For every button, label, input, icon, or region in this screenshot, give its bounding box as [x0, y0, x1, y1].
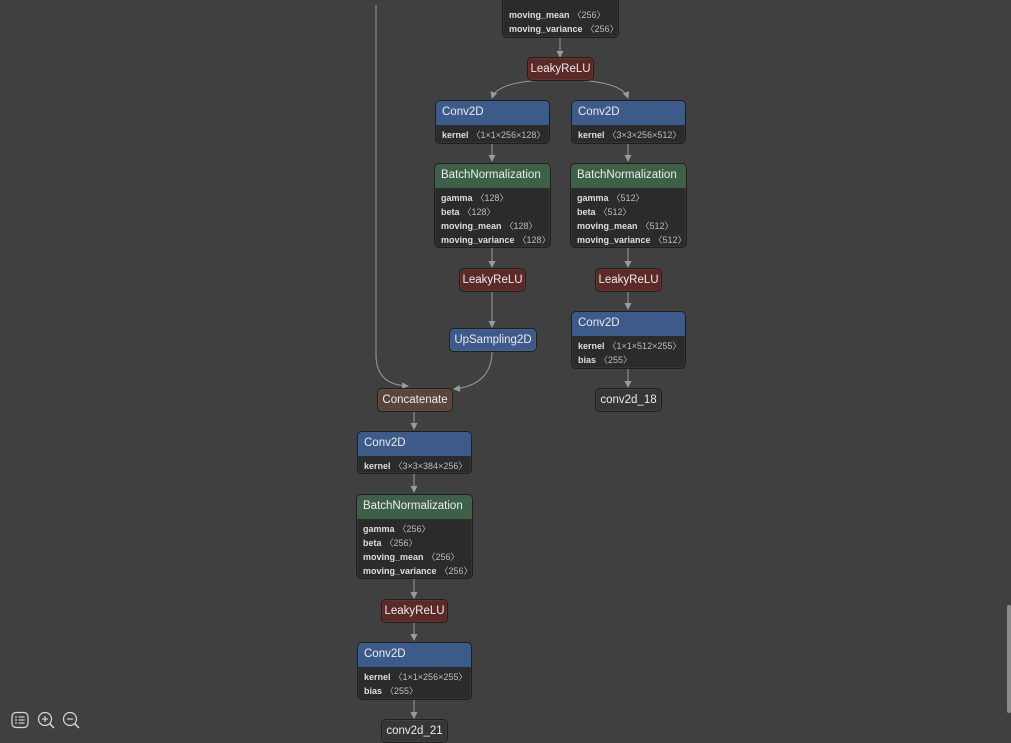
node-attribute: bias 〈255〉: [364, 686, 419, 696]
node-attribute: kernel 〈1×1×512×255〉: [578, 341, 682, 351]
edge-skip-to-concat: [375, 5, 409, 390]
zoom-in-icon[interactable]: [37, 711, 55, 729]
node-output-conv2d-21[interactable]: conv2d_21: [381, 719, 448, 743]
node-attribute: beta 〈128〉: [441, 207, 496, 217]
node-output-conv2d-18[interactable]: conv2d_18: [595, 388, 662, 412]
node-attribute: gamma 〈256〉: [363, 524, 431, 534]
edge-relu-to-conv-a: [490, 79, 546, 99]
node-attribute: gamma 〈128〉: [441, 193, 509, 203]
node-concatenate[interactable]: Concatenate: [377, 388, 453, 412]
node-batchnorm-top[interactable]: moving_mean 〈256〉 moving_variance 〈256〉: [502, 0, 619, 38]
node-attribute: moving_mean 〈256〉: [509, 10, 606, 20]
node-attribute: moving_mean 〈256〉: [363, 552, 460, 562]
node-attribute: beta 〈256〉: [363, 538, 418, 548]
node-attribute: kernel 〈3×3×384×256〉: [364, 461, 468, 471]
node-batchnorm-b[interactable]: BatchNormalization gamma 〈512〉 beta 〈512〉 …: [570, 163, 687, 248]
node-title: Conv2D: [358, 643, 471, 667]
node-leakyrelu-top[interactable]: LeakyReLU: [527, 57, 594, 81]
node-conv2d-c2[interactable]: Conv2D kernel 〈1×1×256×255〉 bias 〈255〉: [357, 642, 472, 700]
node-title: BatchNormalization: [571, 164, 686, 188]
node-conv2d-c[interactable]: Conv2D kernel 〈3×3×384×256〉: [357, 431, 472, 474]
node-attribute: kernel 〈1×1×256×128〉: [442, 130, 546, 140]
node-title: Conv2D: [572, 312, 685, 336]
edge-upsample-to-concat: [453, 350, 493, 392]
node-attribute: moving_mean 〈512〉: [577, 221, 674, 231]
node-title: BatchNormalization: [435, 164, 550, 188]
node-attribute: moving_variance 〈128〉: [441, 235, 551, 245]
node-attribute: gamma 〈512〉: [577, 193, 645, 203]
node-conv2d-b2[interactable]: Conv2D kernel 〈1×1×512×255〉 bias 〈255〉: [571, 311, 686, 369]
list-icon[interactable]: [11, 711, 29, 729]
node-conv2d-a[interactable]: Conv2D kernel 〈1×1×256×128〉: [435, 100, 550, 144]
node-attribute: moving_variance 〈256〉: [509, 24, 619, 34]
node-conv2d-b[interactable]: Conv2D kernel 〈3×3×256×512〉: [571, 100, 686, 144]
edge-relu-to-conv-b: [574, 79, 630, 99]
node-upsampling2d[interactable]: UpSampling2D: [449, 328, 537, 352]
node-leakyrelu-b[interactable]: LeakyReLU: [595, 268, 662, 292]
node-attribute: bias 〈255〉: [578, 355, 633, 365]
node-batchnorm-c[interactable]: BatchNormalization gamma 〈256〉 beta 〈256〉 …: [356, 494, 473, 579]
node-attribute: moving_mean 〈128〉: [441, 221, 538, 231]
node-title: BatchNormalization: [357, 495, 472, 519]
node-title: Conv2D: [436, 101, 549, 125]
node-attribute: kernel 〈3×3×256×512〉: [578, 130, 682, 140]
node-attribute: moving_variance 〈512〉: [577, 235, 687, 245]
node-attribute: kernel 〈1×1×256×255〉: [364, 672, 468, 682]
node-title: Conv2D: [572, 101, 685, 125]
model-graph[interactable]: moving_mean 〈256〉 moving_variance 〈256〉 Le…: [0, 0, 1011, 743]
node-leakyrelu-c[interactable]: LeakyReLU: [381, 599, 448, 623]
node-title: Conv2D: [358, 432, 471, 456]
node-batchnorm-a[interactable]: BatchNormalization gamma 〈128〉 beta 〈128〉 …: [434, 163, 551, 248]
node-leakyrelu-a[interactable]: LeakyReLU: [459, 268, 526, 292]
node-attribute: moving_variance 〈256〉: [363, 566, 473, 576]
zoom-out-icon[interactable]: [62, 711, 80, 729]
vertical-scrollbar[interactable]: [1007, 605, 1011, 713]
node-attribute: beta 〈512〉: [577, 207, 632, 217]
